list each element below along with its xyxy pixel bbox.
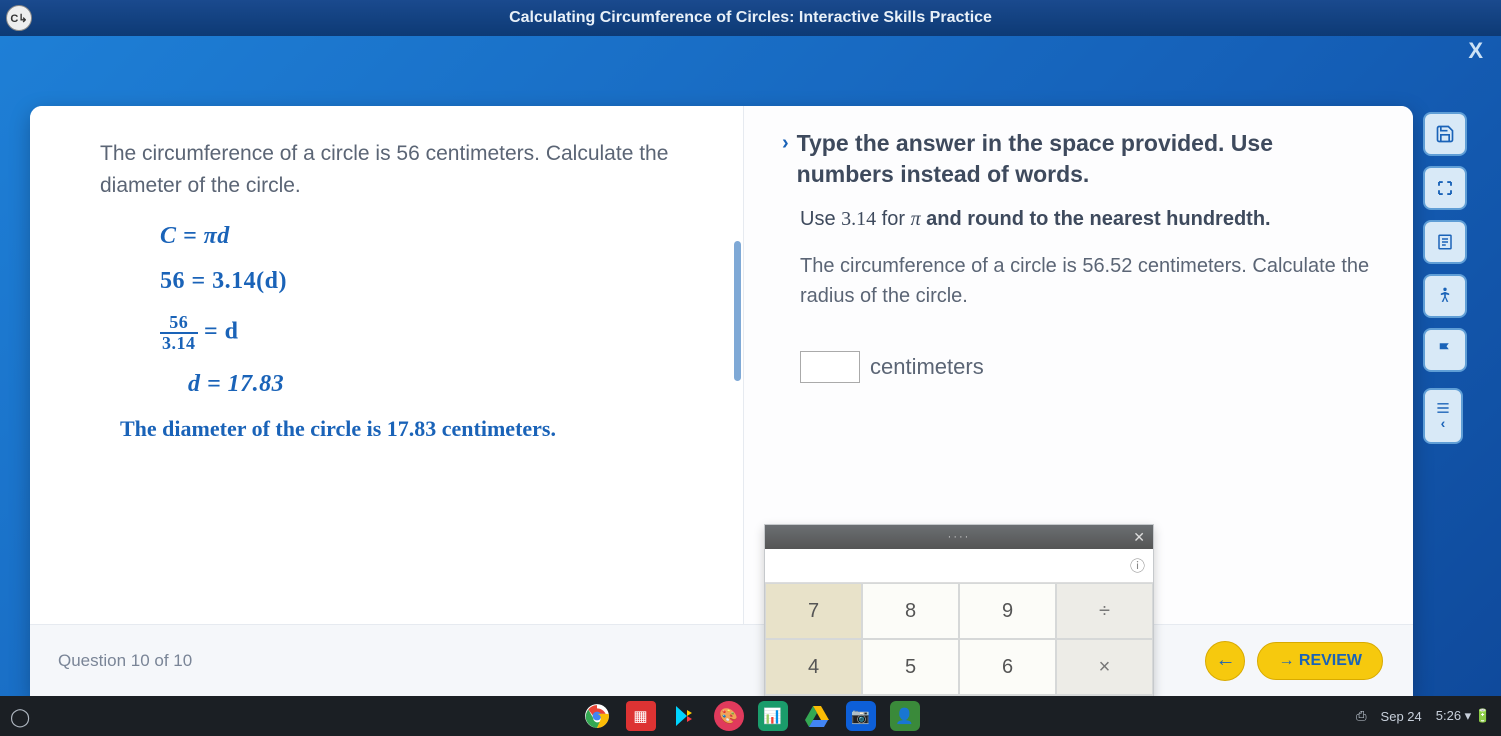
example-conclusion: The diameter of the circle is 17.83 cent… — [120, 416, 693, 442]
question-counter: Question 10 of 10 — [58, 651, 192, 671]
taskbar-time: 5:26 ▾ 🔋 — [1436, 708, 1491, 724]
answer-input[interactable] — [800, 351, 860, 383]
calc-key-4[interactable]: 4 — [765, 639, 862, 695]
worked-example-pane: The circumference of a circle is 56 cent… — [30, 106, 744, 624]
calc-key-2[interactable]: 2 — [862, 695, 959, 696]
answer-pane: › Type the answer in the space provided.… — [744, 106, 1413, 624]
play-store-icon[interactable] — [670, 701, 700, 731]
camera-icon[interactable]: 📷 — [846, 701, 876, 731]
calculator-display: ⓘ — [765, 549, 1153, 583]
question-body: The circumference of a circle is 56.52 c… — [800, 251, 1375, 311]
hint-text: Use 3.14 for π and round to the nearest … — [800, 208, 1375, 231]
instruction-text: Type the answer in the space provided. U… — [797, 128, 1375, 190]
calculator-header[interactable]: ···· ✕ — [765, 525, 1153, 549]
calc-key-1[interactable]: 1 — [765, 695, 862, 696]
calc-key-6[interactable]: 6 — [959, 639, 1056, 695]
content-stage: The circumference of a circle is 56 cent… — [0, 36, 1501, 696]
calc-key-divide[interactable]: ÷ — [1056, 583, 1153, 639]
calculator-widget[interactable]: ···· ✕ ⓘ 7 8 9 ÷ 4 5 6 × — [764, 524, 1154, 696]
hint-mid: for — [876, 208, 910, 230]
os-taskbar[interactable]: ◯ ▦ 🎨 📊 📷 👤 ⎙ Sep 24 5:26 ▾ 🔋 — [0, 696, 1501, 736]
tool-rail: ‹ — [1423, 106, 1471, 696]
chrome-icon[interactable] — [582, 701, 612, 731]
question-card: The circumference of a circle is 56 cent… — [30, 106, 1413, 696]
hint-suffix: and round to the nearest hundredth. — [921, 208, 1271, 230]
drive-icon[interactable] — [802, 701, 832, 731]
app-icon-2[interactable]: 🎨 — [714, 701, 744, 731]
answer-unit: centimeters — [870, 354, 984, 380]
fullscreen-icon[interactable] — [1423, 166, 1467, 210]
collapse-rail-button[interactable]: ‹ — [1423, 388, 1463, 444]
taskbar-date: Sep 24 — [1381, 709, 1422, 724]
calculator-drag-handle[interactable]: ···· — [948, 531, 971, 543]
pi-symbol: π — [911, 208, 921, 230]
app-icon-4[interactable]: 👤 — [890, 701, 920, 731]
back-button[interactable]: ← — [1205, 641, 1245, 681]
equation-4: d = 17.83 — [188, 371, 693, 398]
card-footer: Question 10 of 10 ← → REVIEW — [30, 624, 1413, 696]
equation-1: C = πd — [160, 223, 693, 250]
calculator-close-icon[interactable]: ✕ — [1133, 529, 1145, 546]
hint-value: 3.14 — [841, 208, 876, 230]
app-icon-3[interactable]: 📊 — [758, 701, 788, 731]
calc-key-3[interactable]: 3 — [959, 695, 1056, 696]
app-icon-1[interactable]: ▦ — [626, 701, 656, 731]
chevron-right-icon: › — [782, 132, 789, 155]
calc-key-multiply[interactable]: × — [1056, 639, 1153, 695]
notes-icon[interactable] — [1423, 220, 1467, 264]
scrollbar[interactable] — [734, 241, 741, 381]
calc-key-7[interactable]: 7 — [765, 583, 862, 639]
calc-key-8[interactable]: 8 — [862, 583, 959, 639]
save-icon[interactable] — [1423, 112, 1467, 156]
calculator-keypad: 7 8 9 ÷ 4 5 6 × 1 2 3 - — [765, 583, 1153, 696]
title-bar: C↳ Calculating Circumference of Circles:… — [0, 0, 1501, 36]
cast-icon[interactable]: ⎙ — [1356, 708, 1366, 724]
accessibility-icon[interactable] — [1423, 274, 1467, 318]
equation-3: 56 3.14 = d — [160, 313, 693, 353]
example-intro: The circumference of a circle is 56 cent… — [100, 138, 693, 201]
hint-prefix: Use — [800, 208, 841, 230]
os-launcher-icon[interactable]: ◯ — [10, 707, 30, 728]
page-title: Calculating Circumference of Circles: In… — [509, 9, 992, 27]
calc-key-5[interactable]: 5 — [862, 639, 959, 695]
taskbar-apps: ▦ 🎨 📊 📷 👤 — [582, 701, 920, 731]
flag-icon[interactable] — [1423, 328, 1467, 372]
answer-row: centimeters — [800, 351, 1375, 383]
calc-key-9[interactable]: 9 — [959, 583, 1056, 639]
app-logo: C↳ — [6, 5, 32, 31]
info-icon[interactable]: ⓘ — [1130, 555, 1145, 576]
equation-3-tail: = d — [198, 318, 239, 344]
fraction-numerator: 56 — [160, 313, 198, 334]
close-button[interactable]: X — [1468, 38, 1483, 64]
equation-2: 56 = 3.14(d) — [160, 268, 693, 295]
fraction-denominator: 3.14 — [160, 334, 198, 353]
calc-key-minus[interactable]: - — [1056, 695, 1153, 696]
review-button[interactable]: → REVIEW — [1257, 642, 1383, 680]
